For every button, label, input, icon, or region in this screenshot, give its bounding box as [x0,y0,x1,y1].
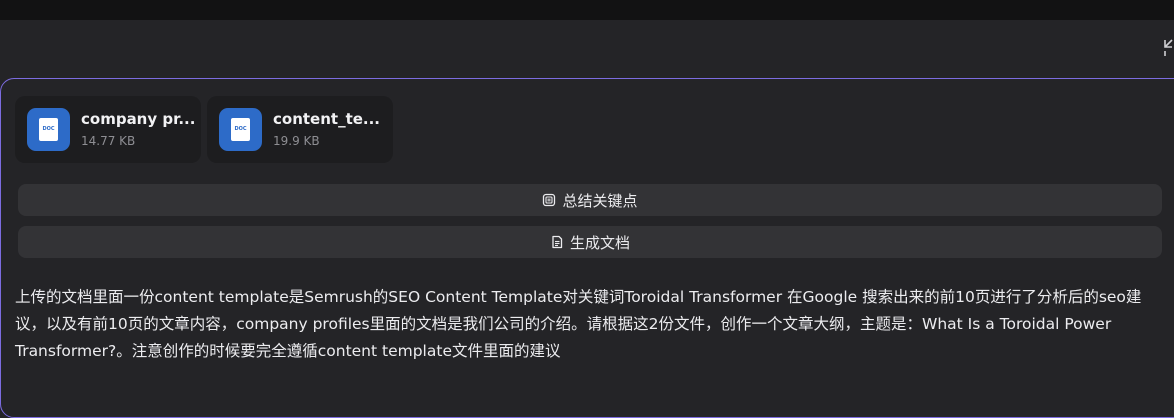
document-icon [550,235,564,249]
summarize-key-points-button[interactable]: 总结关键点 [18,184,1162,216]
generate-document-button[interactable]: 生成文档 [18,226,1162,258]
word-doc-icon: DOC [219,108,262,151]
prompt-input-text[interactable]: 上传的文档里面一份content template是Semrush的SEO Co… [15,284,1165,365]
attachment-size: 19.9 KB [273,134,320,148]
summarize-button-label: 总结关键点 [562,191,638,210]
attachment-card[interactable]: DOC company pr... 14.77 KB [15,96,201,163]
collapse-icon[interactable] [1159,36,1174,58]
word-doc-icon: DOC [27,108,70,151]
window-top-bar [0,0,1174,20]
attachment-card[interactable]: DOC content_te... 19.9 KB [207,96,393,163]
attachment-name: content_te... [273,110,381,128]
attachment-size: 14.77 KB [81,134,136,148]
generate-document-label: 生成文档 [569,233,630,252]
attachment-name: company pr... [81,110,196,128]
summary-icon [542,193,556,207]
